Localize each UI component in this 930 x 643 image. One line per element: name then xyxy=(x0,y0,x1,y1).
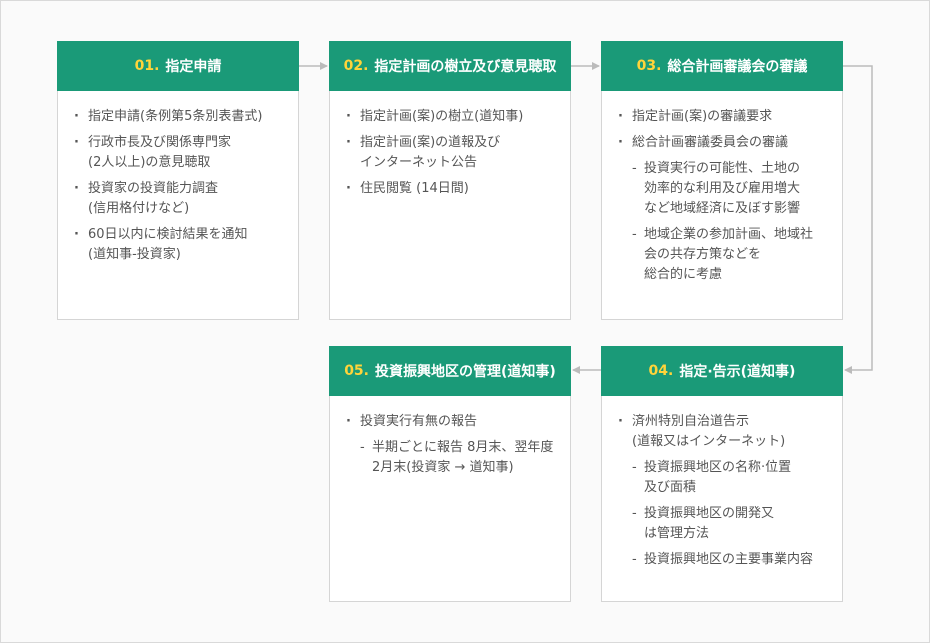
step-body: 指定計画(案)の樹立(道知事) 指定計画(案)の道報及び インターネット公告住民閲… xyxy=(329,91,571,320)
step-item: 60日以内に検討結果を通知 (道知事-投資家) xyxy=(74,225,290,265)
step-body: 投資実行有無の報告半期ごとに報告 8月末、翌年度 2月末(投資家 → 道知事) xyxy=(329,396,571,602)
step-header: 01. 指定申請 xyxy=(57,41,299,91)
step-01: 01. 指定申請 指定申請(条例第5条別表書式) 行政市長及び関係専門家 (2人以… xyxy=(57,41,299,320)
step-subitem: 地域企業の参加計画、地域社 会の共存方策などを 総合的に考慮 xyxy=(618,225,834,285)
step-item: 指定計画(案)の樹立(道知事) xyxy=(346,107,562,127)
step-title: 総合計画審議会の審議 xyxy=(667,59,808,75)
step-number: 02. xyxy=(343,58,369,74)
step-item: 指定計画(案)の審議要求 xyxy=(618,107,834,127)
step-item: 住民閲覧 (14日間) xyxy=(346,179,562,199)
step-number: 05. xyxy=(344,363,369,379)
step-item: 済州特別自治道告示 (道報又はインターネット) xyxy=(618,412,834,452)
step-body: 指定申請(条例第5条別表書式) 行政市長及び関係専門家 (2人以上)の意見聴取投資… xyxy=(57,91,299,320)
step-04: 04. 指定·告示(道知事) 済州特別自治道告示 (道報又はインターネット) 投資… xyxy=(601,346,843,602)
step-03: 03. 総合計画審議会の審議 指定計画(案)の審議要求総合計画審議委員会の審議投… xyxy=(601,41,843,320)
step-header: 04. 指定·告示(道知事) xyxy=(601,346,843,396)
step-subitem: 半期ごとに報告 8月末、翌年度 2月末(投資家 → 道知事) xyxy=(346,438,562,478)
step-title: 指定·告示(道知事) xyxy=(679,364,796,380)
step-header: 03. 総合計画審議会の審議 xyxy=(601,41,843,91)
step-05: 05. 投資振興地区の管理(道知事) 投資実行有無の報告半期ごとに報告 8月末、… xyxy=(329,346,571,602)
step-subitem: 投資振興地区の主要事業内容 xyxy=(618,550,834,570)
step-item: 指定申請(条例第5条別表書式) xyxy=(74,107,290,127)
step-02: 02. 指定計画の樹立及び意見聴取 指定計画(案)の樹立(道知事)指定計画(案)… xyxy=(329,41,571,320)
step-item: 指定計画(案)の道報及び インターネット公告 xyxy=(346,133,562,173)
step-item: 行政市長及び関係専門家 (2人以上)の意見聴取 xyxy=(74,133,290,173)
step-number: 01. xyxy=(134,58,160,74)
step-subitem: 投資振興地区の名称·位置 及び面積 xyxy=(618,458,834,498)
step-item: 総合計画審議委員会の審議 xyxy=(618,133,834,153)
step-title: 投資振興地区の管理(道知事) xyxy=(375,364,556,380)
step-title: 指定計画の樹立及び意見聴取 xyxy=(374,59,557,75)
connector-arrow-03-04 xyxy=(843,65,873,374)
step-header: 02. 指定計画の樹立及び意見聴取 xyxy=(329,41,571,91)
step-item: 投資家の投資能力調査 (信用格付けなど) xyxy=(74,179,290,219)
step-item: 投資実行有無の報告 xyxy=(346,412,562,432)
step-number: 03. xyxy=(636,58,662,74)
step-number: 04. xyxy=(648,363,674,379)
step-body: 指定計画(案)の審議要求総合計画審議委員会の審議投資実行の可能性、土地の 効率的… xyxy=(601,91,843,320)
step-body: 済州特別自治道告示 (道報又はインターネット) 投資振興地区の名称·位置 及び面積… xyxy=(601,396,843,602)
step-subitem: 投資振興地区の開発又 は管理方法 xyxy=(618,504,834,544)
step-title: 指定申請 xyxy=(165,59,222,75)
step-header: 05. 投資振興地区の管理(道知事) xyxy=(329,346,571,396)
step-subitem: 投資実行の可能性、土地の 効率的な利用及び雇用増大 など地域経済に及ぼす影響 xyxy=(618,159,834,219)
